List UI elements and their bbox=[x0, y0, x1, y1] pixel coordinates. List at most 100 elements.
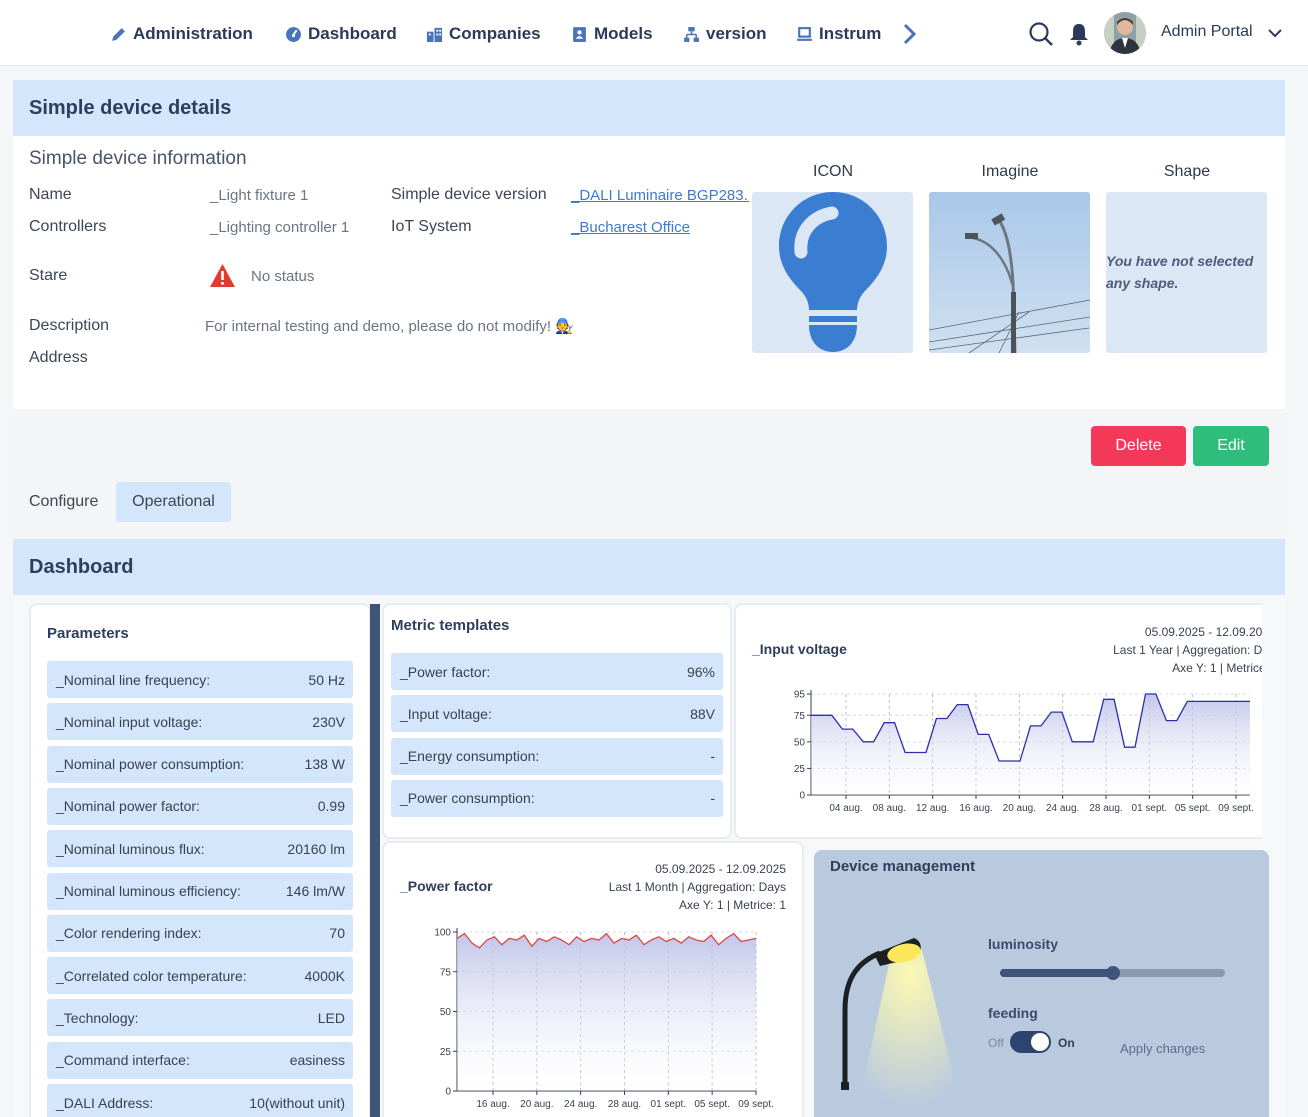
metric-label: _Input voltage: bbox=[400, 705, 492, 722]
metric-value: 96% bbox=[686, 663, 715, 680]
y-tick-label: 25 bbox=[794, 764, 806, 775]
description-value: For internal testing and demo, please do… bbox=[205, 318, 574, 335]
input-voltage-chart-card: _Input voltage 05.09.2025 - 12.09.202 La… bbox=[734, 603, 1285, 839]
nav-instruments-label: Instrum bbox=[819, 24, 882, 43]
x-tick-label: 08 aug. bbox=[873, 803, 906, 814]
parameter-value: 146 lm/W bbox=[285, 883, 345, 899]
details-header-title: Simple device details bbox=[29, 96, 232, 119]
nav-instruments[interactable]: Instrum bbox=[796, 22, 881, 46]
chevron-right-icon[interactable] bbox=[901, 22, 919, 46]
chevron-down-icon[interactable] bbox=[1267, 26, 1283, 40]
y-tick-label: 75 bbox=[794, 711, 806, 722]
tab-configure[interactable]: Configure bbox=[29, 482, 101, 522]
metric-value: - bbox=[710, 790, 715, 807]
power-factor-chart-card: _Power factor 05.09.2025 - 12.09.2025 La… bbox=[382, 841, 804, 1117]
nav-models[interactable]: Models bbox=[571, 22, 653, 46]
parameter-row: _Nominal line frequency: 50 Hz bbox=[47, 661, 353, 698]
x-tick-label: 20 aug. bbox=[1003, 803, 1036, 814]
nav-version[interactable]: version bbox=[683, 22, 766, 46]
metric-row: _Energy consumption: - bbox=[391, 737, 723, 775]
lightbulb-icon bbox=[779, 192, 887, 352]
y-tick-label: 50 bbox=[794, 737, 806, 748]
iot-system-label: IoT System bbox=[391, 218, 472, 235]
parameter-row: _Nominal input voltage: 230V bbox=[47, 703, 353, 741]
parameter-label: _DALI Address: bbox=[56, 1094, 154, 1111]
parameter-row: _Nominal power consumption: 138 W bbox=[47, 745, 353, 783]
dashboard-header-title: Dashboard bbox=[29, 555, 134, 578]
y-tick-label: 100 bbox=[434, 928, 451, 939]
bell-icon[interactable] bbox=[1068, 22, 1090, 46]
y-tick-label: 0 bbox=[445, 1087, 451, 1098]
parameter-row: _Color rendering index: 70 bbox=[47, 914, 353, 952]
metric-label: _Power factor: bbox=[400, 663, 491, 680]
description-label: Description bbox=[29, 317, 110, 334]
parameter-label: _Nominal input voltage: bbox=[56, 713, 203, 730]
warning-icon bbox=[210, 264, 235, 287]
parameter-label: _Technology: bbox=[56, 1009, 139, 1026]
x-tick-label: 24 aug. bbox=[1046, 803, 1079, 814]
parameter-value: 0.99 bbox=[317, 798, 345, 815]
details-header: Simple device details bbox=[13, 80, 1285, 136]
luminosity-slider[interactable] bbox=[1000, 966, 1225, 980]
power-factor-chart: 0 25 50 75 100 16 aug. 20 aug. 24 aug. 28 aug. 01… bbox=[434, 928, 773, 1111]
controllers-value: _Lighting controller 1 bbox=[210, 219, 350, 236]
parameter-row: _Nominal luminous flux: 20160 lm bbox=[47, 830, 353, 868]
laptop-icon bbox=[797, 26, 812, 41]
metric-row: _Power consumption: - bbox=[391, 779, 723, 817]
parameter-value: 50 Hz bbox=[308, 671, 345, 688]
device-management-card bbox=[814, 850, 1269, 1117]
image-column-header: Imagine bbox=[981, 163, 1039, 180]
parameter-row: _Technology: LED bbox=[47, 999, 353, 1037]
y-tick-label: 75 bbox=[440, 967, 452, 978]
parameter-value: 230V bbox=[312, 713, 345, 730]
nav-version-label: version bbox=[706, 24, 767, 43]
x-tick-label: 09 sept. bbox=[1218, 803, 1254, 814]
luminosity-slider-thumb[interactable] bbox=[1105, 966, 1120, 980]
device-icon-box bbox=[752, 192, 913, 353]
x-tick-label: 04 aug. bbox=[829, 803, 862, 814]
parameter-value: 10(without unit) bbox=[249, 1094, 345, 1111]
buildings-icon bbox=[426, 27, 443, 42]
nav-companies[interactable]: Companies bbox=[426, 22, 541, 46]
parameter-row: _Nominal luminous efficiency: 146 lm/W bbox=[47, 872, 353, 910]
details-subtitle: Simple device information bbox=[29, 148, 247, 169]
name-label: Name bbox=[29, 186, 72, 203]
parameter-label: _Nominal power factor: bbox=[56, 798, 200, 815]
avatar[interactable] bbox=[1104, 12, 1146, 54]
shape-empty-message: You have not selected any shape. bbox=[1106, 253, 1254, 291]
parameters-title: Parameters bbox=[47, 625, 129, 642]
nav-dashboard[interactable]: Dashboard bbox=[285, 22, 397, 46]
user-name[interactable]: Admin Portal bbox=[1161, 23, 1253, 41]
iot-system-link[interactable]: _Bucharest Office bbox=[571, 219, 690, 236]
metric-value: - bbox=[710, 748, 715, 765]
y-tick-label: 0 bbox=[799, 791, 805, 802]
x-tick-label: 01 sept. bbox=[651, 1099, 687, 1110]
metric-row: _Power factor: 96% bbox=[391, 653, 723, 690]
search-icon[interactable] bbox=[1028, 21, 1054, 47]
feeding-toggle-knob bbox=[1031, 1033, 1049, 1051]
luminosity-slider-fill bbox=[1000, 969, 1113, 977]
y-tick-label: 25 bbox=[440, 1047, 452, 1058]
nav-administration[interactable]: Administration bbox=[110, 22, 253, 46]
series-area bbox=[811, 694, 1250, 795]
parameter-label: _Nominal luminous efficiency: bbox=[56, 883, 241, 899]
edit-button[interactable]: Edit bbox=[1193, 426, 1269, 466]
x-tick-label: 28 aug. bbox=[1089, 803, 1122, 814]
luminosity-label: luminosity bbox=[988, 936, 1059, 952]
device-photo bbox=[929, 192, 1090, 353]
pencil-icon bbox=[112, 27, 125, 41]
x-tick-label: 05 sept. bbox=[694, 1099, 730, 1110]
tab-operational[interactable]: Operational bbox=[116, 482, 231, 522]
x-tick-label: 28 aug. bbox=[608, 1099, 641, 1110]
metric-row: _Input voltage: 88V bbox=[391, 695, 723, 733]
x-tick-label: 16 aug. bbox=[476, 1099, 509, 1110]
parameter-label: _Nominal line frequency: bbox=[56, 671, 211, 688]
delete-button[interactable]: Delete bbox=[1091, 426, 1186, 466]
parameters-scrollbar[interactable] bbox=[370, 604, 380, 1117]
feeding-toggle[interactable] bbox=[1010, 1031, 1051, 1053]
x-tick-label: 01 sept. bbox=[1132, 803, 1168, 814]
contact-book-icon bbox=[573, 26, 586, 42]
version-link[interactable]: _DALI Luminaire BGP283... bbox=[571, 187, 749, 204]
apply-changes-button[interactable]: Apply changes bbox=[1120, 1041, 1205, 1056]
parameter-value: LED bbox=[317, 1009, 345, 1026]
